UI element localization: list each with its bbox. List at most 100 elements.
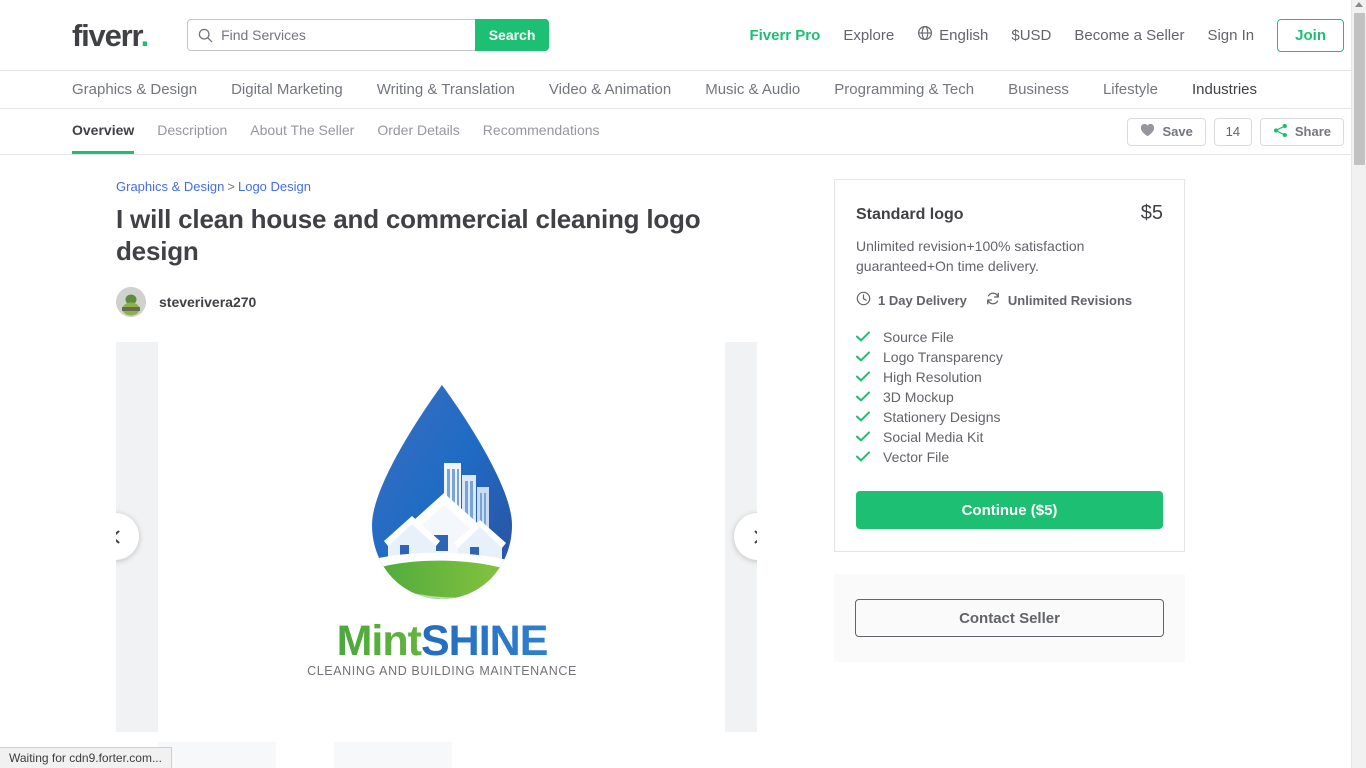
gallery-thumbnail-strip bbox=[116, 742, 790, 768]
feature-item: 3D Mockup bbox=[856, 387, 1163, 407]
status-bar-text: Waiting for cdn9.forter.com... bbox=[9, 751, 162, 765]
tab-recommendations[interactable]: Recommendations bbox=[483, 109, 600, 154]
gig-tabs: Overview Description About The Seller Or… bbox=[72, 109, 600, 154]
category-writing-translation[interactable]: Writing & Translation bbox=[377, 81, 515, 98]
gig-logo-image: MintSHINE CLEANING AND BUILDING MAINTENA… bbox=[307, 385, 577, 678]
revisions-info: Unlimited Revisions bbox=[985, 291, 1132, 309]
check-icon bbox=[856, 329, 870, 345]
category-lifestyle[interactable]: Lifestyle bbox=[1103, 81, 1158, 98]
fiverr-logo[interactable]: fiverr. bbox=[72, 17, 150, 53]
scroll-up-arrow-icon[interactable] bbox=[1355, 2, 1363, 7]
gallery-thumbnail[interactable] bbox=[158, 742, 276, 768]
search-bar: Search bbox=[187, 19, 550, 51]
check-icon bbox=[856, 389, 870, 405]
category-nav: Graphics & Design Digital Marketing Writ… bbox=[0, 71, 1366, 109]
search-button[interactable]: Search bbox=[475, 19, 550, 51]
feature-label: Source File bbox=[883, 329, 954, 345]
search-input[interactable] bbox=[221, 27, 466, 43]
gallery-thumbnail[interactable] bbox=[334, 742, 452, 768]
feature-label: Vector File bbox=[883, 449, 950, 465]
chevron-left-icon bbox=[116, 530, 119, 543]
browser-viewport: fiverr. Search Fiverr Pro Explore Englis… bbox=[0, 0, 1366, 768]
search-icon bbox=[198, 28, 213, 43]
logo-text: fiverr bbox=[72, 17, 142, 53]
check-icon bbox=[856, 449, 870, 465]
search-input-wrapper[interactable] bbox=[187, 19, 476, 51]
join-button[interactable]: Join bbox=[1277, 18, 1344, 52]
package-name: Standard logo bbox=[856, 206, 964, 223]
svg-text:MintSHINE: MintSHINE bbox=[336, 617, 547, 665]
feature-item: Social Media Kit bbox=[856, 427, 1163, 447]
gig-image-gallery: MintSHINE CLEANING AND BUILDING MAINTENA… bbox=[116, 342, 757, 732]
category-video-animation[interactable]: Video & Animation bbox=[549, 81, 671, 98]
clock-icon bbox=[856, 291, 871, 309]
refresh-icon bbox=[985, 291, 1001, 309]
continue-button[interactable]: Continue ($5) bbox=[856, 491, 1163, 529]
fiverr-pro-link[interactable]: Fiverr Pro bbox=[749, 27, 820, 44]
feature-item: Vector File bbox=[856, 447, 1163, 467]
package-feature-list: Source File Logo Transparency High Resol… bbox=[856, 327, 1163, 467]
category-programming-tech[interactable]: Programming & Tech bbox=[834, 81, 974, 98]
sign-in-link[interactable]: Sign In bbox=[1207, 27, 1254, 44]
gig-tab-bar: Overview Description About The Seller Or… bbox=[0, 109, 1366, 155]
seller-row: steverivera270 bbox=[116, 287, 790, 317]
category-music-audio[interactable]: Music & Audio bbox=[705, 81, 800, 98]
contact-seller-section: Contact Seller bbox=[834, 574, 1185, 662]
svg-text:CLEANING AND BUILDING MAINTENA: CLEANING AND BUILDING MAINTENANCE bbox=[307, 664, 577, 678]
logo-dot: . bbox=[140, 17, 150, 53]
feature-item: High Resolution bbox=[856, 367, 1163, 387]
language-label: English bbox=[939, 26, 989, 44]
breadcrumb-category[interactable]: Graphics & Design bbox=[116, 179, 224, 194]
currency-selector[interactable]: $USD bbox=[1011, 27, 1051, 44]
contact-seller-button[interactable]: Contact Seller bbox=[855, 599, 1164, 637]
language-selector[interactable]: English bbox=[917, 25, 988, 45]
gig-actions: Save 14 Share bbox=[1127, 109, 1344, 154]
category-business[interactable]: Business bbox=[1008, 81, 1069, 98]
feature-item: Source File bbox=[856, 327, 1163, 347]
page-scrollbar[interactable] bbox=[1351, 0, 1366, 768]
gallery-next-button[interactable] bbox=[734, 513, 757, 560]
check-icon bbox=[856, 369, 870, 385]
save-count-badge: 14 bbox=[1213, 117, 1252, 146]
check-icon bbox=[856, 409, 870, 425]
feature-label: Social Media Kit bbox=[883, 429, 984, 445]
breadcrumb-subcategory[interactable]: Logo Design bbox=[238, 179, 311, 194]
revisions-label: Unlimited Revisions bbox=[1007, 292, 1133, 308]
category-digital-marketing[interactable]: Digital Marketing bbox=[231, 81, 343, 98]
save-button[interactable]: Save bbox=[1127, 117, 1206, 146]
tab-order-details[interactable]: Order Details bbox=[377, 109, 459, 154]
feature-item: Logo Transparency bbox=[856, 347, 1163, 367]
check-icon bbox=[856, 429, 870, 445]
header-nav: Fiverr Pro Explore English $USD Become a… bbox=[749, 18, 1344, 52]
become-a-seller-link[interactable]: Become a Seller bbox=[1074, 27, 1184, 44]
package-meta: 1 Day Delivery Unlimited Revisions bbox=[856, 291, 1163, 309]
breadcrumb-separator: > bbox=[227, 179, 235, 194]
seller-avatar[interactable] bbox=[116, 287, 146, 317]
check-icon bbox=[856, 349, 870, 365]
delivery-time: 1 Day Delivery bbox=[856, 291, 967, 309]
gallery-prev-button[interactable] bbox=[116, 513, 139, 560]
heart-icon bbox=[1140, 123, 1155, 140]
feature-item: Stationery Designs bbox=[856, 407, 1163, 427]
feature-label: Logo Transparency bbox=[883, 349, 1003, 365]
scrollbar-thumb[interactable] bbox=[1354, 13, 1365, 165]
category-industries[interactable]: Industries bbox=[1192, 81, 1257, 98]
feature-label: Stationery Designs bbox=[883, 409, 1001, 425]
category-graphics-design[interactable]: Graphics & Design bbox=[72, 81, 197, 98]
explore-link[interactable]: Explore bbox=[843, 27, 894, 44]
tab-about-the-seller[interactable]: About The Seller bbox=[250, 109, 354, 154]
globe-icon bbox=[917, 25, 933, 45]
gallery-stage[interactable]: MintSHINE CLEANING AND BUILDING MAINTENA… bbox=[158, 342, 725, 732]
tab-description[interactable]: Description bbox=[157, 109, 227, 154]
share-icon bbox=[1273, 123, 1288, 141]
seller-name[interactable]: steverivera270 bbox=[159, 294, 256, 310]
share-button[interactable]: Share bbox=[1259, 117, 1344, 146]
package-header: Standard logo $5 bbox=[856, 202, 1163, 225]
share-label: Share bbox=[1294, 124, 1331, 139]
package-price: $5 bbox=[1140, 202, 1163, 224]
package-card: Standard logo $5 Unlimited revision+100%… bbox=[834, 179, 1185, 552]
tab-overview[interactable]: Overview bbox=[72, 109, 135, 154]
package-description: Unlimited revision+100% satisfaction gua… bbox=[856, 238, 1085, 274]
gig-sidebar: Standard logo $5 Unlimited revision+100%… bbox=[790, 179, 1185, 768]
feature-label: 3D Mockup bbox=[883, 389, 954, 405]
